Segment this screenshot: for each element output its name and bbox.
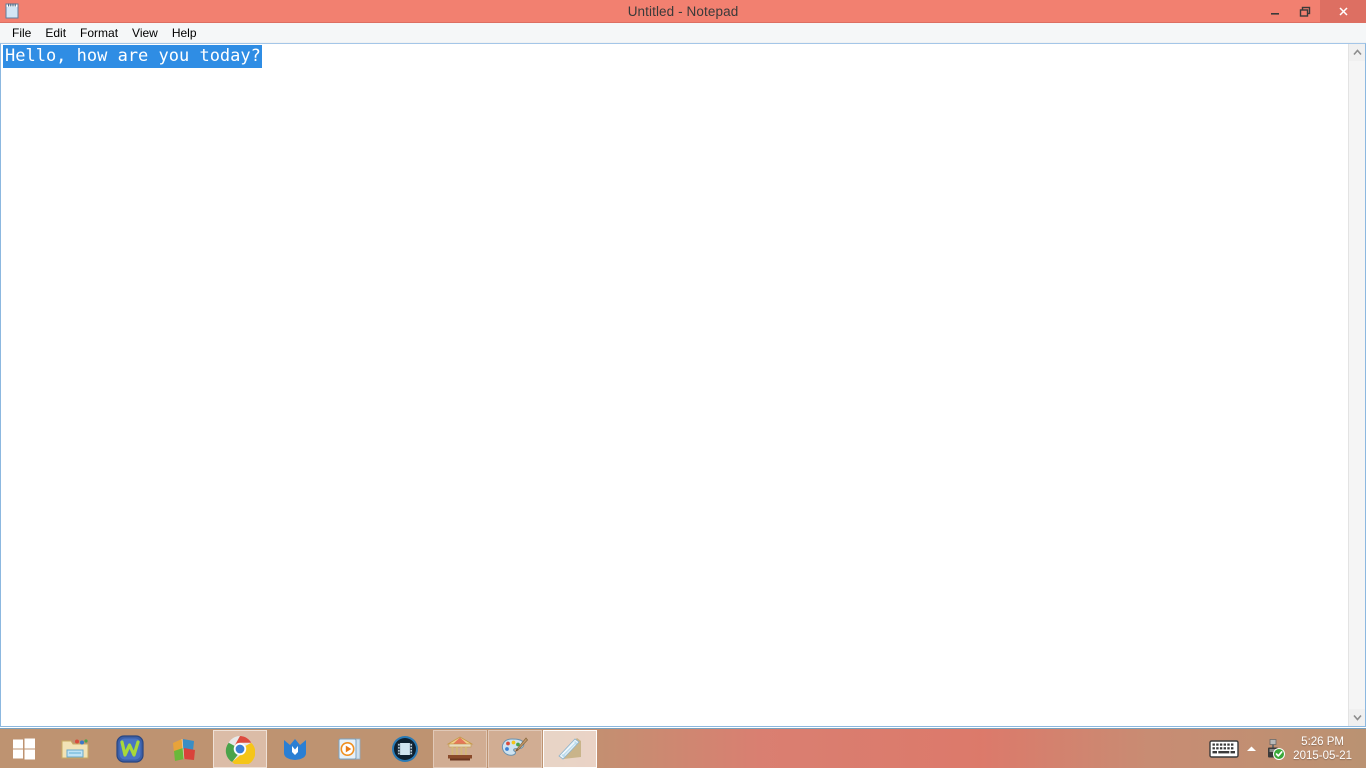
safely-remove-hardware-icon — [1268, 738, 1286, 760]
chevron-up-icon — [1352, 49, 1362, 56]
carousel-icon — [446, 736, 474, 760]
malwarebytes-icon — [284, 738, 306, 760]
chevron-up-icon — [1246, 746, 1256, 751]
clock[interactable]: 5:26 PM 2015-05-21 — [1287, 735, 1360, 763]
safely-remove-hardware-button[interactable] — [1261, 734, 1287, 764]
taskbar-item-paint[interactable] — [488, 729, 542, 768]
window-title: Untitled - Notepad — [627, 3, 739, 19]
video-player-icon — [392, 735, 418, 762]
title-bar[interactable]: Untitled - Notepad — [0, 0, 1366, 23]
taskbar-item-winrar[interactable] — [158, 730, 212, 768]
taskbar-item-wps-office[interactable] — [103, 730, 157, 768]
menu-item-help[interactable]: Help — [165, 23, 204, 43]
maximize-button[interactable] — [1290, 0, 1320, 23]
taskbar-item-video-player[interactable] — [378, 730, 432, 768]
taskbar: 5:26 PM 2015-05-21 — [0, 728, 1366, 768]
menu-item-file[interactable]: File — [5, 23, 38, 43]
file-explorer-icon — [61, 738, 89, 758]
google-chrome-icon — [225, 735, 255, 764]
notepad-icon — [4, 3, 20, 19]
close-button[interactable] — [1320, 0, 1366, 23]
text-input[interactable]: Hello, how are you today? — [1, 44, 1348, 726]
show-hidden-icons-button[interactable] — [1241, 734, 1261, 764]
menu-bar: File Edit Format View Help — [0, 23, 1366, 43]
desktop: Untitled - Notepad File Edit Format View… — [0, 0, 1366, 768]
editor-area: Hello, how are you today? — [0, 43, 1366, 727]
close-icon — [1338, 7, 1348, 16]
start-button[interactable] — [0, 729, 48, 768]
taskbar-item-google-chrome[interactable] — [213, 729, 267, 768]
taskbar-item-notepad[interactable] — [543, 729, 597, 768]
taskbar-item-carousel-app[interactable] — [433, 729, 487, 768]
system-tray: 5:26 PM 2015-05-21 — [1207, 729, 1366, 768]
taskbar-item-file-explorer[interactable] — [48, 730, 102, 768]
clock-time: 5:26 PM — [1301, 735, 1344, 748]
clock-date: 2015-05-21 — [1293, 749, 1352, 762]
paint-icon — [501, 736, 529, 756]
taskbar-item-malwarebytes[interactable] — [268, 730, 322, 768]
scroll-down-button[interactable] — [1349, 709, 1365, 726]
wps-office-icon — [116, 734, 144, 763]
minimize-button[interactable] — [1260, 0, 1290, 23]
notepad-window: Untitled - Notepad File Edit Format View… — [0, 0, 1366, 728]
taskbar-item-media-player[interactable] — [323, 730, 377, 768]
window-controls — [1260, 0, 1366, 23]
notepad-taskbar-icon — [558, 737, 581, 760]
restore-icon — [1299, 6, 1311, 17]
taskbar-items — [48, 729, 598, 768]
windows-logo-icon — [13, 738, 35, 759]
menu-item-view[interactable]: View — [125, 23, 165, 43]
on-screen-keyboard-button[interactable] — [1207, 736, 1241, 762]
minimize-icon — [1271, 12, 1279, 15]
on-screen-keyboard-icon — [1209, 739, 1239, 758]
menu-item-edit[interactable]: Edit — [38, 23, 73, 43]
scroll-up-button[interactable] — [1349, 44, 1365, 61]
scroll-track[interactable] — [1349, 61, 1365, 709]
chevron-down-icon — [1352, 714, 1362, 721]
menu-item-format[interactable]: Format — [73, 23, 125, 43]
winrar-icon — [173, 738, 195, 761]
text-line: Hello, how are you today? — [3, 45, 262, 68]
vertical-scrollbar[interactable] — [1348, 44, 1365, 726]
media-player-icon — [338, 738, 361, 759]
selected-text[interactable]: Hello, how are you today? — [3, 45, 262, 68]
